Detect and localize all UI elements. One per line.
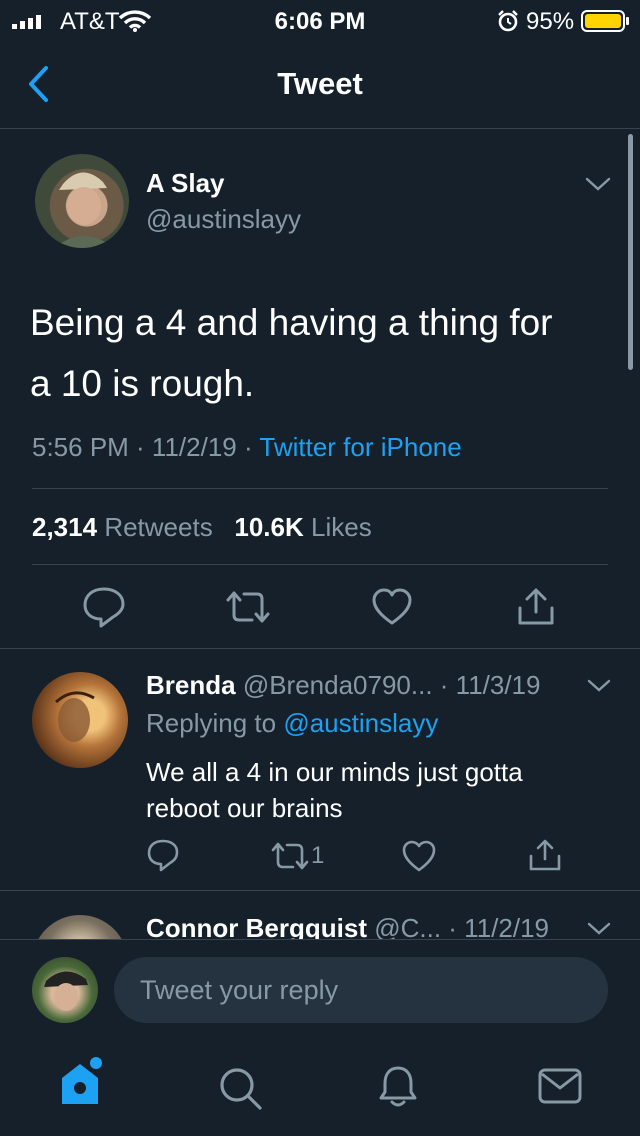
tweet-stats: 2,314 Retweets 10.6K Likes [32, 512, 372, 543]
retweet-count: 1 [311, 842, 325, 869]
battery-percent: 95% [526, 8, 575, 35]
likes-count[interactable]: 10.6K [234, 512, 303, 542]
author-avatar[interactable] [35, 154, 129, 248]
divider [32, 488, 608, 489]
tab-bar [0, 1040, 640, 1136]
reply-item[interactable]: Connor Bergquist @C... · 11/2/19 [0, 891, 640, 939]
chevron-down-icon[interactable] [587, 921, 611, 937]
heart-icon[interactable] [402, 840, 436, 872]
author-name[interactable]: A Slay [146, 168, 225, 199]
author-handle[interactable]: @austinslayy [146, 204, 301, 235]
tweet-timestamp: 5:56 PM · 11/2/19 · [32, 432, 260, 462]
share-icon[interactable] [516, 586, 556, 628]
nav-bar: Tweet [0, 40, 640, 129]
tweet-text: Being a 4 and having a thing for a 10 is… [30, 292, 553, 414]
reply-icon[interactable] [146, 838, 180, 872]
author-avatar-image [55, 172, 115, 248]
reply-icon[interactable] [82, 586, 126, 628]
home-icon[interactable] [56, 1054, 108, 1108]
my-avatar[interactable] [32, 957, 98, 1023]
notifications-bell-icon[interactable] [378, 1064, 418, 1110]
reply-avatar[interactable] [32, 915, 128, 939]
scrollbar[interactable] [628, 134, 633, 370]
retweet-icon[interactable] [270, 840, 310, 872]
reply-avatar-image [55, 691, 95, 742]
compose-bar: Tweet your reply [0, 939, 640, 1040]
replying-to: Replying to @austinslayy [146, 708, 438, 739]
retweets-label[interactable]: Retweets [104, 512, 212, 542]
retweets-count[interactable]: 2,314 [32, 512, 97, 542]
chevron-down-icon[interactable] [587, 678, 611, 694]
reply-header: Brenda @Brenda0790... · 11/3/19 [146, 670, 540, 701]
reply-input-placeholder: Tweet your reply [140, 975, 339, 1005]
status-bar: AT&T 6:06 PM 95% [0, 0, 640, 40]
alarm-icon [498, 10, 518, 32]
share-icon[interactable] [528, 838, 562, 872]
reply-input[interactable]: Tweet your reply [114, 957, 608, 1023]
battery-icon [581, 10, 629, 32]
heart-icon[interactable] [371, 588, 413, 626]
reply-avatar[interactable] [32, 672, 128, 768]
replying-to-handle[interactable]: @austinslayy [283, 708, 438, 738]
chevron-down-icon[interactable] [585, 176, 611, 192]
divider [0, 648, 640, 649]
replying-to-label: Replying to [146, 708, 284, 738]
likes-label[interactable]: Likes [311, 512, 372, 542]
reply-text-line: We all a 4 in our minds just gotta [146, 757, 523, 787]
reply-author-name[interactable]: Connor Bergquist [146, 913, 367, 939]
reply-text-line: reboot our brains [146, 793, 343, 823]
tweet-meta: 5:56 PM · 11/2/19 · Twitter for iPhone [32, 432, 462, 463]
reply-header: Connor Bergquist @C... · 11/2/19 [146, 913, 549, 939]
retweet-icon[interactable] [224, 588, 272, 626]
messages-envelope-icon[interactable] [538, 1068, 582, 1104]
page-title: Tweet [277, 66, 363, 101]
my-avatar-image [44, 971, 88, 1011]
search-icon[interactable] [218, 1066, 264, 1112]
reply-handle-date[interactable]: @Brenda0790... · 11/3/19 [243, 670, 541, 700]
tweet-text-line: Being a 4 and having a thing for [30, 302, 553, 343]
reply-author-name[interactable]: Brenda [146, 670, 236, 700]
reply-handle-date[interactable]: @C... · 11/2/19 [374, 913, 549, 939]
tweet-text-line: a 10 is rough. [30, 363, 255, 404]
reply-text: We all a 4 in our minds just gotta reboo… [146, 754, 523, 826]
tweet-source-link[interactable]: Twitter for iPhone [259, 432, 461, 462]
divider [32, 564, 608, 565]
